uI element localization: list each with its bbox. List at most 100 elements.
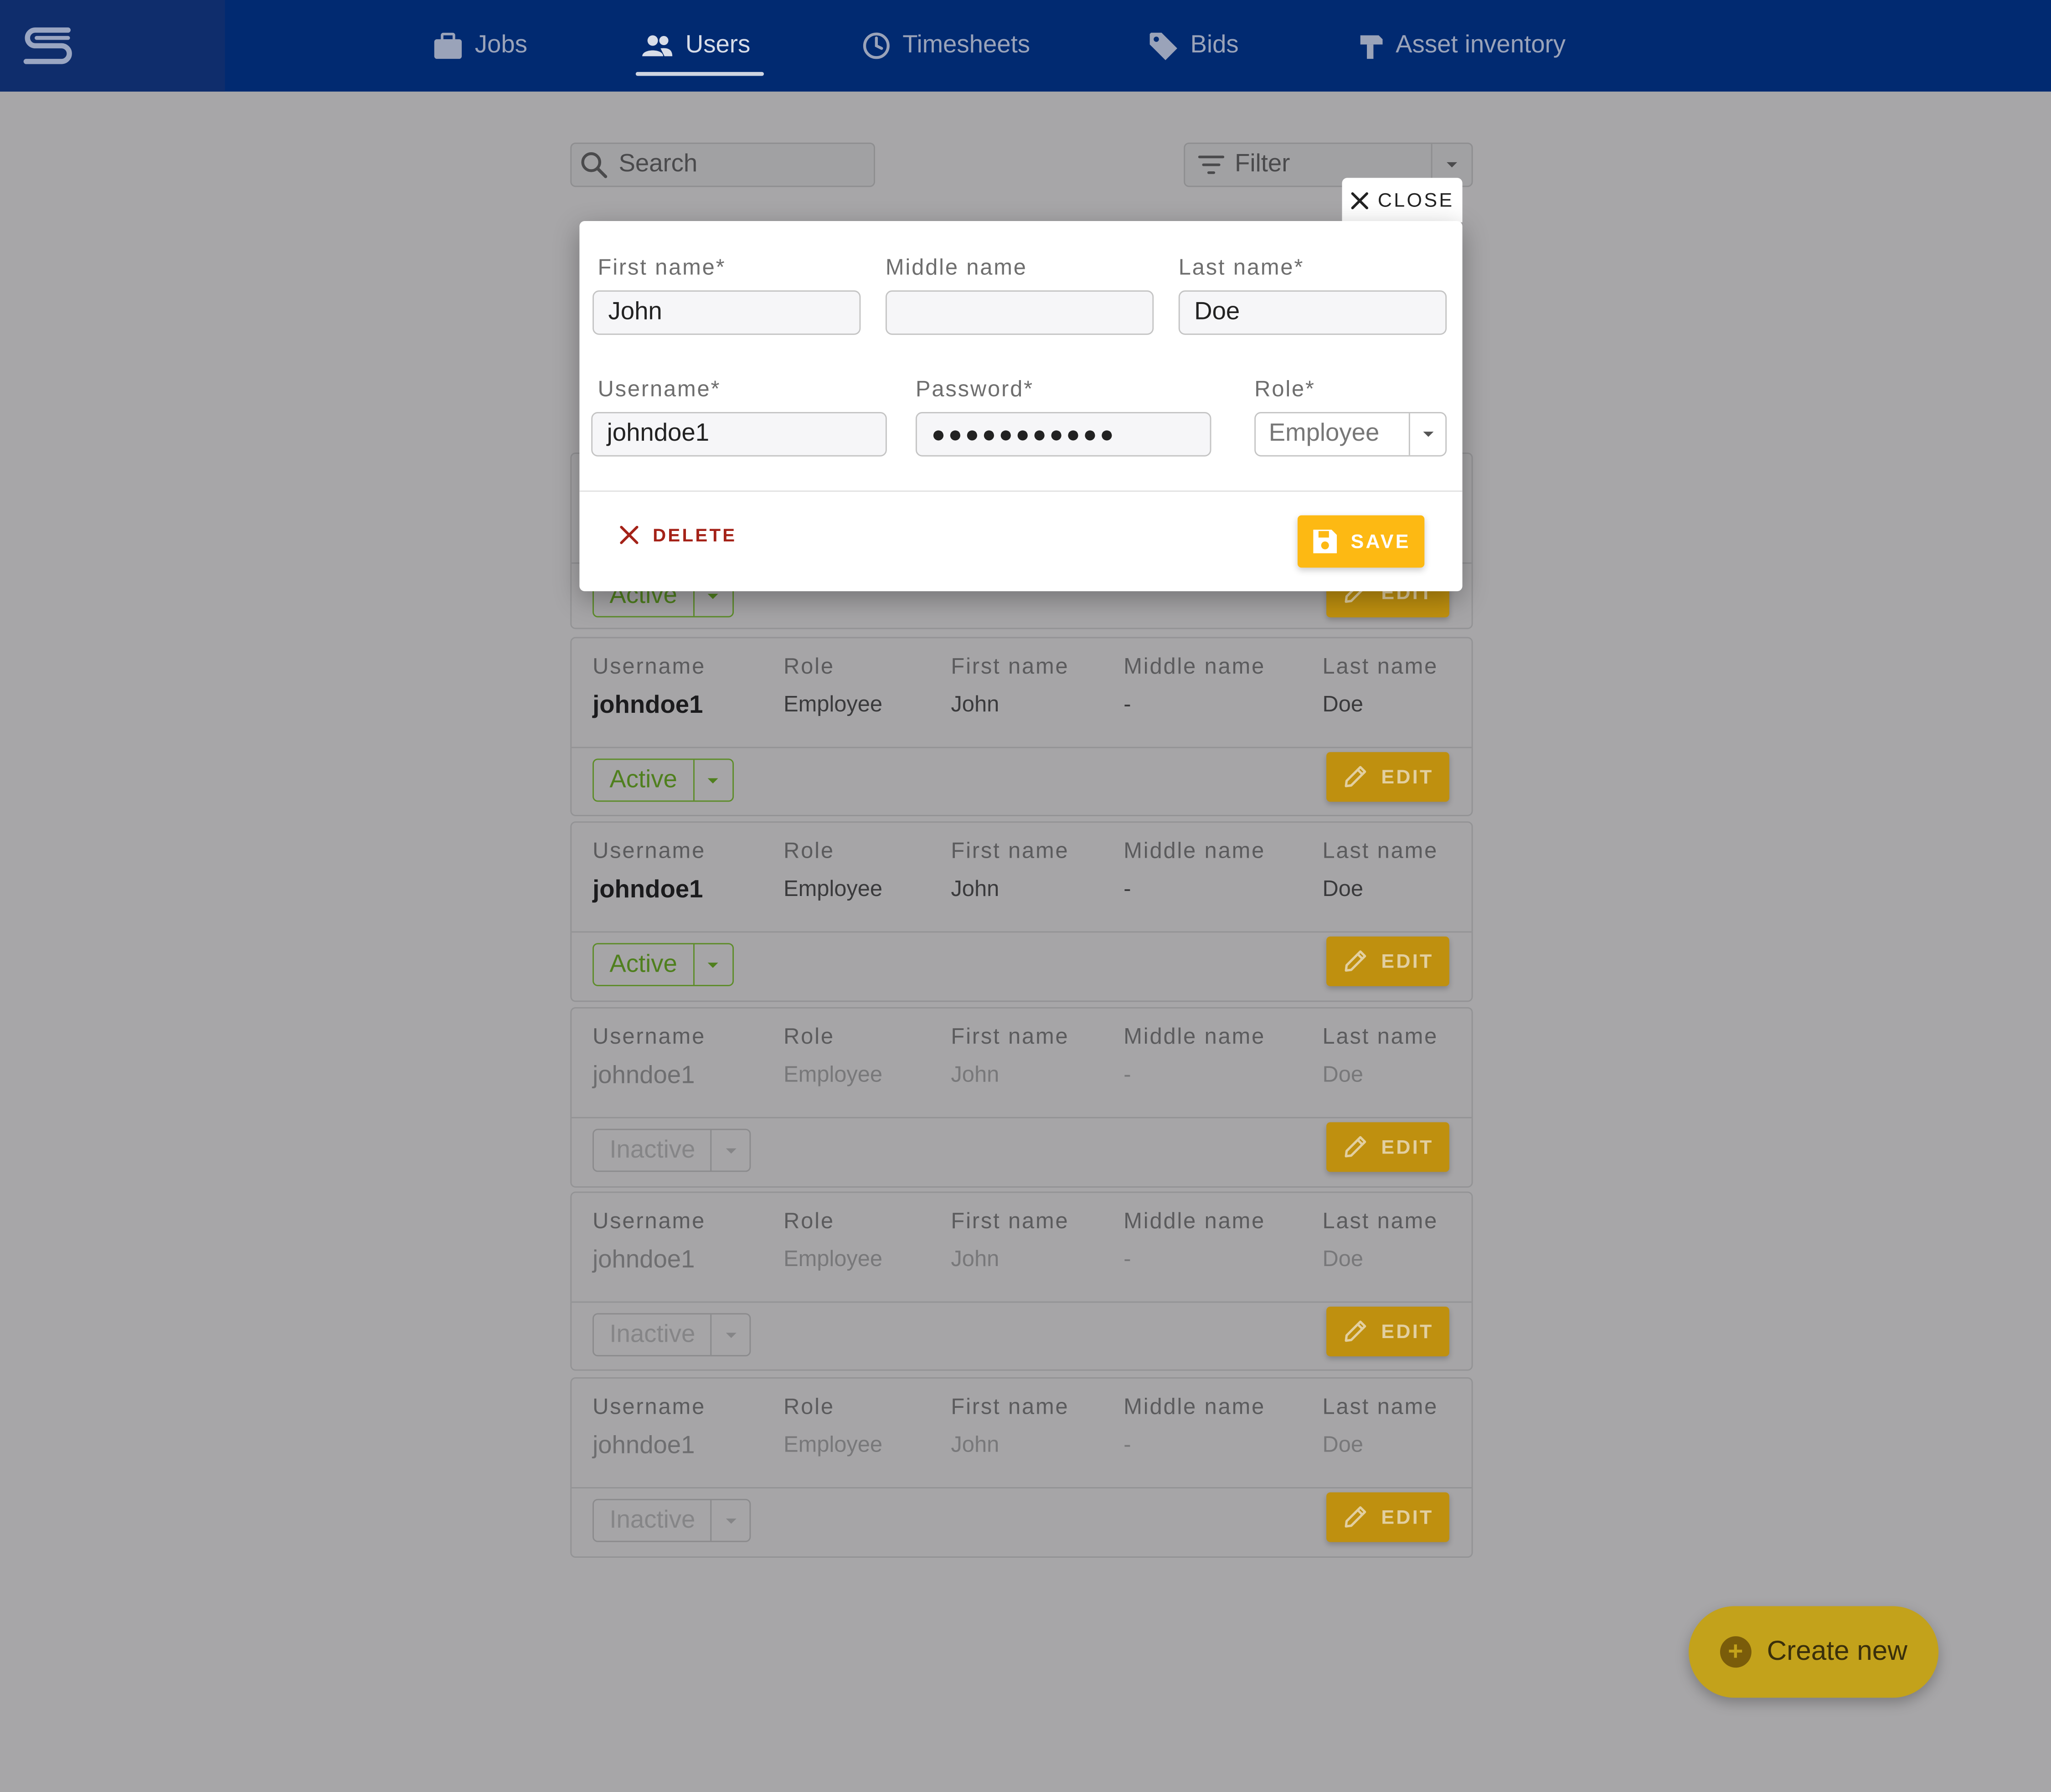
close-icon [1351,191,1369,209]
column-value: - [1123,692,1131,717]
create-new-button[interactable]: + Create new [1689,1606,1939,1698]
nav-item-jobs[interactable]: Jobs [433,0,527,92]
nav-item-asset-inventory[interactable]: Asset inventory [1359,0,1566,92]
column-value: Employee [783,1062,883,1087]
user-field-username: Username johndoe1 [593,1024,706,1091]
user-field-last-name: Last name Doe [1322,839,1438,903]
password-field[interactable]: ●●●●●●●●●●● [915,412,1211,457]
active-tab-indicator [635,72,764,76]
status-select[interactable]: Active [593,758,734,802]
role-label: Role* [1254,376,1315,402]
column-header: First name [951,654,1069,679]
status-dropdown-toggle[interactable] [693,760,732,801]
hammer-icon [1360,35,1383,58]
user-field-last-name: Last name Doe [1322,1394,1438,1458]
filter-label: Filter [1235,150,1290,178]
pencil-icon [1345,950,1366,972]
role-select[interactable]: Employee [1254,412,1447,457]
column-value: johndoe1 [593,876,703,904]
role-dropdown-toggle[interactable] [1409,413,1445,455]
edit-user-button[interactable]: EDIT [1326,1492,1449,1542]
logo-icon [23,27,72,64]
status-value: Inactive [609,1136,696,1164]
status-select[interactable]: Active [593,943,734,986]
nav-item-label: Users [685,31,751,59]
user-card-details: Username johndoe1 Role Employee First name Jo… [572,639,1472,748]
close-label: CLOSE [1377,189,1454,211]
status-select[interactable]: Inactive [593,1128,752,1172]
user-field-middle-name: Middle name - [1123,839,1265,903]
column-header: Middle name [1123,654,1266,679]
caret-down-icon [708,778,719,783]
user-card: Username johndoe1 Role Employee First name Jo… [570,821,1473,1002]
top-navigation-bar: Jobs Users Timesheets Bids Asset invento… [0,0,2051,92]
close-button[interactable]: CLOSE [1342,178,1463,222]
briefcase-icon [434,32,462,58]
status-dropdown-toggle[interactable] [711,1314,750,1355]
clock-icon [863,32,890,59]
edit-user-dialog: First name* John Middle name Last name* … [579,221,1463,592]
column-header: First name [951,838,1069,864]
middle-name-field[interactable] [885,290,1154,335]
search-input[interactable]: Search [570,142,875,187]
user-card: Username johndoe1 Role Employee First name Jo… [570,1007,1473,1188]
user-field-role: Role Employee [783,839,882,903]
status-select[interactable]: Inactive [593,1498,752,1542]
dialog-divider [579,490,1463,492]
column-header: Last name [1322,1024,1438,1049]
status-value: Inactive [609,1506,696,1534]
edit-user-button[interactable]: EDIT [1326,1122,1449,1172]
last-name-field[interactable]: Doe [1178,290,1447,335]
edit-label: EDIT [1381,1506,1434,1529]
column-header: Middle name [1123,838,1266,864]
column-value: - [1123,1246,1131,1272]
user-field-role: Role Employee [783,1024,882,1088]
column-value: John [951,876,1000,901]
delete-button[interactable]: DELETE [618,525,737,546]
app-logo[interactable] [0,0,225,92]
caret-down-icon [708,962,719,968]
column-header: First name [951,1208,1069,1234]
nav-item-users[interactable]: Users [641,0,750,92]
search-placeholder: Search [618,150,698,178]
user-field-first-name: First name John [951,654,1069,718]
user-field-username: Username johndoe1 [593,654,706,721]
close-icon [620,525,639,544]
status-value: Active [609,766,677,793]
nav-item-label: Asset inventory [1396,31,1566,59]
column-value: John [951,1246,1000,1272]
user-field-role: Role Employee [783,654,882,718]
user-field-username: Username johndoe1 [593,1394,706,1461]
edit-user-button[interactable]: EDIT [1326,1307,1449,1357]
column-header: Role [783,1394,835,1419]
middle-name-label: Middle name [885,255,1027,280]
column-header: Role [783,1024,835,1049]
column-value: John [951,1432,1000,1457]
pencil-icon [1345,766,1366,788]
user-field-role: Role Employee [783,1209,882,1273]
tag-icon [1149,32,1177,60]
user-field-middle-name: Middle name - [1123,654,1265,718]
edit-user-button[interactable]: EDIT [1326,752,1449,802]
nav-item-timesheets[interactable]: Timesheets [862,0,1030,92]
column-header: Last name [1322,838,1438,864]
column-value: johndoe1 [593,1062,695,1090]
column-value: John [951,692,1000,717]
edit-user-button[interactable]: EDIT [1326,936,1449,986]
status-value: Active [609,950,677,978]
nav-item-bids[interactable]: Bids [1149,0,1239,92]
column-header: Role [783,654,835,679]
column-header: Last name [1322,1394,1438,1419]
username-field[interactable]: johndoe1 [591,412,887,457]
user-field-last-name: Last name Doe [1322,1024,1438,1088]
user-field-middle-name: Middle name - [1123,1209,1265,1273]
status-select[interactable]: Inactive [593,1313,752,1357]
status-dropdown-toggle[interactable] [711,1130,750,1171]
column-value: Doe [1322,1432,1363,1457]
status-dropdown-toggle[interactable] [711,1500,750,1541]
status-dropdown-toggle[interactable] [693,944,732,985]
user-field-first-name: First name John [951,1024,1069,1088]
save-button[interactable]: SAVE [1297,515,1425,568]
user-field-middle-name: Middle name - [1123,1024,1265,1088]
first-name-field[interactable]: John [593,290,861,335]
